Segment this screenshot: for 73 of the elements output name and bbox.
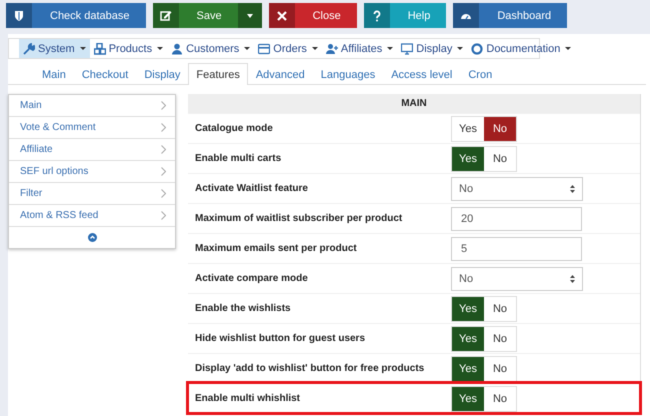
- setting-label: Display 'add to wishlist' button for free products: [194, 363, 426, 374]
- menu-item[interactable]: Documentation: [467, 39, 576, 58]
- monitor-icon: [401, 42, 414, 54]
- sidebar-item[interactable]: Atom & RSS feed: [9, 205, 175, 227]
- chevron-right-icon: [161, 167, 166, 176]
- tab[interactable]: Features: [188, 63, 248, 85]
- input-field[interactable]: 20: [451, 206, 582, 230]
- toggle-option[interactable]: Yes: [452, 326, 484, 350]
- chevron-right-icon: [161, 211, 166, 220]
- database-button[interactable]: Check database: [6, 3, 146, 28]
- caret-icon: [80, 47, 86, 50]
- setting-label: Enable multi whishlist: [194, 393, 302, 404]
- close-icon: [276, 10, 288, 22]
- tab[interactable]: Checkout: [74, 63, 136, 85]
- setting-label: Maximum of waitlist subscriber per product: [194, 213, 404, 224]
- menu-item[interactable]: Affiliates: [322, 39, 398, 58]
- caret-icon: [457, 47, 464, 50]
- toggle-option[interactable]: No: [484, 116, 516, 140]
- tab[interactable]: Display: [136, 63, 188, 85]
- collapse-icon[interactable]: [88, 233, 96, 242]
- menu-item[interactable]: Orders: [254, 39, 322, 58]
- sidebar-item[interactable]: Filter: [9, 183, 175, 205]
- sort-arrows-icon: [570, 274, 575, 282]
- caret-icon: [312, 47, 318, 50]
- setting-label: Maximum emails sent per product: [194, 243, 358, 254]
- sidebar-item[interactable]: Affiliate: [9, 139, 175, 161]
- setting-label: Enable the wishlists: [194, 303, 292, 314]
- sidebar-item[interactable]: Main: [9, 95, 175, 117]
- toggle-option[interactable]: Yes: [452, 146, 484, 170]
- save-button[interactable]: Save: [152, 3, 262, 28]
- chevron-right-icon: [161, 123, 166, 132]
- setting-label: Hide wishlist button for guest users: [194, 333, 366, 344]
- dashboard-button[interactable]: Dashboard: [453, 3, 568, 28]
- caret-icon: [246, 14, 253, 18]
- select-field[interactable]: No: [451, 266, 583, 290]
- tab[interactable]: Cron: [460, 63, 500, 85]
- cubes-icon: [94, 42, 106, 54]
- tab[interactable]: Main: [34, 63, 74, 85]
- setting-label: Enable multi carts: [194, 153, 282, 164]
- wrench-icon: [23, 42, 35, 54]
- card-icon: [258, 42, 270, 54]
- menu-item[interactable]: Customers: [167, 39, 254, 58]
- menu-item[interactable]: Products: [90, 39, 168, 58]
- lifering-icon: [471, 42, 484, 54]
- caret-icon: [157, 47, 164, 50]
- chevron-right-icon: [161, 101, 166, 110]
- caret-icon: [387, 47, 394, 50]
- userplus-icon: [326, 42, 338, 54]
- chevron-right-icon: [161, 189, 166, 198]
- tab[interactable]: Advanced: [248, 63, 313, 85]
- select-field[interactable]: No: [451, 176, 583, 200]
- setting-label: Activate Waitlist feature: [194, 183, 309, 194]
- setting-label: Catalogue mode: [194, 123, 274, 134]
- toggle-option[interactable]: Yes: [452, 296, 484, 320]
- close-button[interactable]: Close: [268, 3, 357, 28]
- help-icon: [370, 10, 383, 22]
- save-icon: [160, 10, 172, 22]
- input-field[interactable]: 5: [451, 236, 582, 260]
- sort-arrows-icon: [570, 184, 575, 192]
- menu-item[interactable]: System: [19, 39, 90, 58]
- user-icon: [171, 42, 184, 54]
- tab[interactable]: Access level: [383, 63, 460, 85]
- sidebar-item[interactable]: Vote & Comment: [9, 117, 175, 139]
- caret-icon: [244, 47, 250, 50]
- section-header: MAIN: [188, 94, 640, 113]
- toggle-option[interactable]: Yes: [452, 386, 484, 410]
- tab[interactable]: Languages: [312, 63, 384, 85]
- toggle-option[interactable]: Yes: [452, 356, 484, 380]
- menu-item[interactable]: Display: [397, 39, 468, 58]
- sidebar-item[interactable]: SEF url options: [9, 161, 175, 183]
- caret-icon: [565, 47, 572, 50]
- chevron-right-icon: [161, 145, 166, 154]
- setting-label: Activate compare mode: [194, 273, 309, 284]
